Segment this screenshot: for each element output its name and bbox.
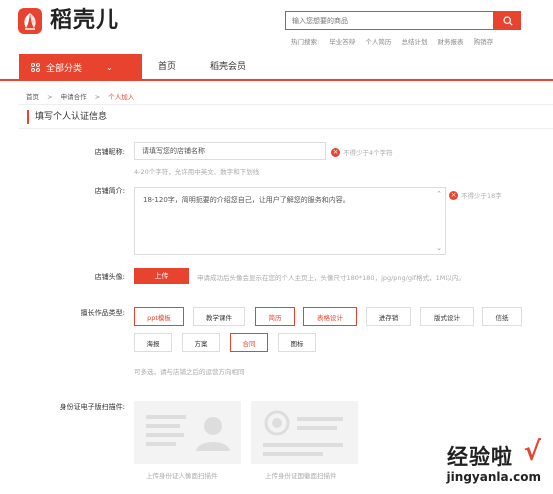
work-types-label: 擅长作品类型: [80, 309, 125, 317]
shop-name-label: 店铺昵称: [94, 148, 125, 156]
search-icon [502, 15, 513, 26]
tag-courseware[interactable]: 教学课件 [193, 307, 245, 326]
search-field[interactable] [285, 11, 494, 30]
hot-item[interactable]: 财务报表 [438, 38, 464, 46]
id-card-back-upload[interactable] [251, 401, 358, 464]
tag-poster[interactable]: 海报 [134, 333, 172, 352]
watermark-url: jingyanla.com [446, 470, 541, 484]
error-icon: × [331, 147, 340, 157]
id-card-front-upload[interactable] [134, 401, 241, 464]
watermark-check-icon: √ [523, 437, 541, 467]
logo-text[interactable]: 稻壳儿 [50, 8, 119, 34]
hot-searches: 热门搜索: 毕业答辩 个人简历 总结计划 财务报表 购销存 [291, 36, 501, 46]
hot-item[interactable]: 购销存 [474, 38, 494, 46]
hot-item[interactable]: 毕业答辩 [329, 38, 355, 46]
avatar-tip: 申请成功后头像会显示在您的个人主页上，头像尺寸180*180，jpg/png/g… [197, 274, 465, 282]
id-card-back-icon [263, 410, 343, 456]
tag-layout[interactable]: 版式设计 [420, 307, 474, 326]
scrollbar[interactable]: ⌃ ⌄ [435, 190, 443, 252]
upload-avatar-button[interactable]: 上传 [134, 268, 189, 284]
id-card-back-caption: 上传身份证国徽面扫描件 [265, 472, 337, 480]
breadcrumb-current: 个人加入 [108, 93, 135, 101]
error-icon: × [449, 190, 458, 200]
shop-intro-label: 店铺简介: [94, 187, 125, 195]
breadcrumb-separator: > [94, 93, 101, 101]
tag-contract[interactable]: 合同 [230, 333, 268, 352]
nav-home[interactable]: 首页 [158, 54, 176, 81]
shop-intro-textarea[interactable]: 18-120字，简明扼要的介绍您自己，让用户了解您的服务和内容。 ⌃ ⌄ [134, 187, 446, 255]
shop-name-error: × 不得少于4个字符 [331, 147, 393, 157]
hot-label: 热门搜索: [291, 38, 320, 46]
avatar-label: 店铺头像: [94, 273, 125, 281]
watermark-text: 经验啦 [447, 445, 513, 469]
breadcrumb-separator: > [47, 93, 53, 101]
breadcrumb: 首页 > 申请合作 > 个人加入 [26, 91, 134, 101]
breadcrumb-apply[interactable]: 申请合作 [61, 93, 87, 101]
work-types-tip: 可多选，请与店铺之后的运营方向相同 [134, 368, 245, 376]
tag-ppt[interactable]: ppt模板 [134, 307, 184, 326]
scroll-up-icon[interactable]: ⌃ [436, 190, 442, 198]
section-title: 填写个人认证信息 [27, 110, 107, 124]
breadcrumb-home[interactable]: 首页 [26, 93, 39, 101]
tag-inventory[interactable]: 进存销 [366, 307, 411, 326]
nav-vip[interactable]: 稻壳会员 [210, 54, 246, 81]
id-card-front-caption: 上传身份证人像面扫描件 [146, 472, 218, 480]
search-button[interactable] [494, 11, 521, 30]
shop-name-error-text: 不得少于4个字符 [343, 149, 393, 157]
divider [19, 104, 553, 105]
grid-icon [31, 63, 40, 72]
shop-name-input[interactable]: 请填写您的店铺名称 [134, 142, 326, 160]
tag-icon[interactable]: 图标 [278, 333, 316, 352]
shop-intro-error-text: 不得少于18字 [461, 192, 502, 200]
all-categories-label: 全部分类 [46, 64, 83, 74]
scroll-down-icon[interactable]: ⌄ [436, 244, 442, 252]
tag-spreadsheet[interactable]: 表格设计 [303, 307, 357, 326]
search-input[interactable] [286, 12, 493, 29]
hot-item[interactable]: 个人简历 [365, 38, 391, 46]
hot-item[interactable]: 总结计划 [401, 38, 427, 46]
logo-icon[interactable] [18, 8, 42, 34]
chevron-down-icon: ⌄ [106, 63, 113, 72]
divider [19, 128, 553, 129]
tag-proposal[interactable]: 方案 [182, 333, 220, 352]
id-card-front-icon [146, 415, 230, 451]
id-card-label: 身份证电子版扫描件: [59, 403, 125, 411]
shop-intro-error: × 不得少于18字 [449, 190, 502, 200]
shop-name-hint: 4-20个字符，允许用中英文、数字和下划线 [134, 168, 260, 176]
all-categories-menu[interactable]: 全部分类 ⌄ [19, 54, 142, 81]
shop-intro-text: 18-120字，简明扼要的介绍您自己，让用户了解您的服务和内容。 [143, 196, 350, 204]
tag-letter[interactable]: 信纸 [482, 307, 522, 326]
shop-name-placeholder: 请填写您的店铺名称 [142, 147, 205, 155]
tag-resume[interactable]: 简历 [255, 307, 295, 326]
